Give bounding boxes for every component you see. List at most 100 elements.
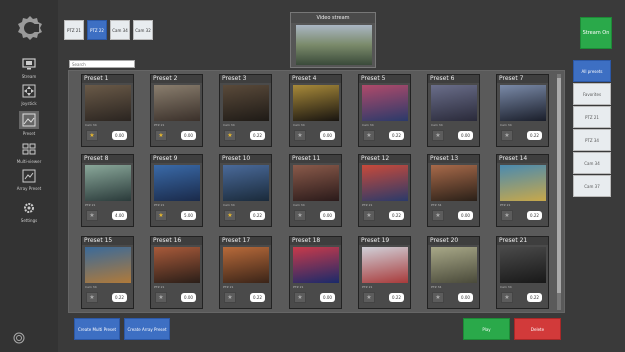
favorite-star-icon[interactable]: ★ <box>501 210 513 221</box>
favorite-star-icon[interactable]: ★ <box>432 292 444 303</box>
preset-speed-value[interactable]: 0.00 <box>458 293 473 302</box>
preset-camera-label: Cam 34 <box>85 123 97 127</box>
favorite-star-icon[interactable]: ★ <box>501 292 513 303</box>
preset-card[interactable]: Preset 20 PTZ 34 ★ 0.00 <box>427 236 480 309</box>
sidebar-item-settings[interactable]: Settings <box>6 200 52 234</box>
favorite-star-icon[interactable]: ★ <box>86 210 98 221</box>
preset-speed-value[interactable]: 0.22 <box>527 293 542 302</box>
filter-favorites[interactable]: Favorites <box>573 83 611 105</box>
preset-card[interactable]: Preset 3 Cam 34 ★ 0.22 <box>219 74 272 147</box>
preset-speed-value[interactable]: 0.22 <box>527 211 542 220</box>
scrollbar-thumb[interactable] <box>557 78 561 293</box>
stream-on-button[interactable]: Stream On <box>580 17 612 49</box>
power-icon[interactable] <box>13 332 25 344</box>
preset-card[interactable]: Preset 21 Cam 34 ★ 0.22 <box>496 236 549 309</box>
preset-title: Preset 14 <box>497 155 548 163</box>
favorite-star-icon[interactable]: ★ <box>363 210 375 221</box>
favorite-star-icon[interactable]: ★ <box>294 130 306 141</box>
video-stream-preview[interactable]: Video stream <box>290 12 376 68</box>
preset-speed-value[interactable]: 0.00 <box>320 293 335 302</box>
favorite-star-icon[interactable]: ★ <box>432 210 444 221</box>
preset-speed-value[interactable]: 0.00 <box>320 131 335 140</box>
favorite-star-icon[interactable]: ★ <box>155 130 167 141</box>
preset-card[interactable]: Preset 11 Cam 34 ★ 0.00 <box>289 154 342 227</box>
preset-camera-label: Cam 34 <box>85 285 97 289</box>
sidebar-item-array-preset[interactable]: Array Preset <box>6 168 52 202</box>
preset-thumbnail <box>431 85 477 121</box>
favorite-star-icon[interactable]: ★ <box>294 210 306 221</box>
favorite-star-icon[interactable]: ★ <box>432 130 444 141</box>
create-multi-preset-button[interactable]: Create Multi Preset <box>74 318 120 340</box>
preset-camera-label: PTZ 34 <box>431 285 442 289</box>
preset-speed-value[interactable]: 0.22 <box>250 211 265 220</box>
camera-tab-cam32[interactable]: Cam 32 <box>133 20 153 40</box>
preset-card[interactable]: Preset 9 PTZ 21 ★ 5.00 <box>150 154 203 227</box>
preset-title: Preset 7 <box>497 75 548 83</box>
sidebar-item-label: Preset <box>22 131 36 136</box>
delete-button[interactable]: Delete <box>514 318 561 340</box>
preset-card[interactable]: Preset 4 Cam 34 ★ 0.00 <box>289 74 342 147</box>
favorite-star-icon[interactable]: ★ <box>501 130 513 141</box>
preset-speed-value[interactable]: 0.00 <box>112 131 127 140</box>
favorite-star-icon[interactable]: ★ <box>224 292 236 303</box>
preset-speed-value[interactable]: 0.00 <box>320 211 335 220</box>
preset-camera-label: PTZ 21 <box>293 285 304 289</box>
preset-speed-value[interactable]: 0.22 <box>250 131 265 140</box>
preset-speed-value[interactable]: 5.00 <box>181 211 196 220</box>
sidebar-item-label: Joystick <box>21 101 37 106</box>
preset-title: Preset 12 <box>359 155 410 163</box>
favorite-star-icon[interactable]: ★ <box>86 292 98 303</box>
preset-card[interactable]: Preset 12 PTZ 21 ★ 0.22 <box>358 154 411 227</box>
preset-card[interactable]: Preset 10 Cam 34 ★ 0.22 <box>219 154 272 227</box>
preset-card[interactable]: Preset 5 Cam 34 ★ 0.22 <box>358 74 411 147</box>
preset-card[interactable]: Preset 19 PTZ 21 ★ 0.22 <box>358 236 411 309</box>
filter-ptz34[interactable]: PTZ 34 <box>573 129 611 151</box>
favorite-star-icon[interactable]: ★ <box>86 130 98 141</box>
preset-speed-value[interactable]: 0.00 <box>458 131 473 140</box>
preset-card[interactable]: Preset 6 Cam 34 ★ 0.00 <box>427 74 480 147</box>
filter-cam37[interactable]: Cam 37 <box>573 175 611 197</box>
favorite-star-icon[interactable]: ★ <box>363 292 375 303</box>
preset-title: Preset 5 <box>359 75 410 83</box>
preset-card[interactable]: Preset 14 PTZ 21 ★ 0.22 <box>496 154 549 227</box>
favorite-star-icon[interactable]: ★ <box>224 210 236 221</box>
favorite-star-icon[interactable]: ★ <box>155 292 167 303</box>
preset-card[interactable]: Preset 16 PTZ 21 ★ 0.00 <box>150 236 203 309</box>
monitor-icon <box>20 56 38 72</box>
camera-tab-cam34[interactable]: Cam 34 <box>110 20 130 40</box>
preset-card[interactable]: Preset 13 PTZ 34 ★ 0.00 <box>427 154 480 227</box>
favorite-star-icon[interactable]: ★ <box>155 210 167 221</box>
preset-speed-value[interactable]: 0.22 <box>112 293 127 302</box>
preset-speed-value[interactable]: 0.22 <box>389 131 404 140</box>
filter-cam34[interactable]: Cam 34 <box>573 152 611 174</box>
preset-card[interactable]: Preset 15 Cam 34 ★ 0.22 <box>81 236 134 309</box>
favorite-star-icon[interactable]: ★ <box>363 130 375 141</box>
play-button[interactable]: Play <box>463 318 510 340</box>
preset-speed-value[interactable]: 0.00 <box>181 293 196 302</box>
filter-all-presets[interactable]: All presets <box>573 60 611 82</box>
preset-card[interactable]: Preset 17 PTZ 21 ★ 0.22 <box>219 236 272 309</box>
preset-grid-scrollbar[interactable] <box>557 74 561 310</box>
camera-tab-ptz21[interactable]: PTZ 21 <box>64 20 84 40</box>
camera-tabs: PTZ 21 PTZ 22 Cam 34 Cam 32 <box>64 20 153 40</box>
preset-card[interactable]: Preset 2 PTZ 21 ★ 0.00 <box>150 74 203 147</box>
preset-speed-value[interactable]: 0.00 <box>181 131 196 140</box>
preset-speed-value[interactable]: 4.00 <box>112 211 127 220</box>
preset-speed-value[interactable]: 0.22 <box>250 293 265 302</box>
sidebar-item-preset[interactable]: Preset <box>6 111 52 145</box>
preset-thumbnail <box>362 165 408 201</box>
preset-speed-value[interactable]: 0.22 <box>389 211 404 220</box>
favorite-star-icon[interactable]: ★ <box>224 130 236 141</box>
create-array-preset-button[interactable]: Create Array Preset <box>124 318 170 340</box>
preset-card[interactable]: Preset 1 Cam 34 ★ 0.00 <box>81 74 134 147</box>
preset-card[interactable]: Preset 7 Cam 34 ★ 0.22 <box>496 74 549 147</box>
filter-ptz21[interactable]: PTZ 21 <box>573 106 611 128</box>
preset-card[interactable]: Preset 18 PTZ 21 ★ 0.00 <box>289 236 342 309</box>
preset-speed-value[interactable]: 0.22 <box>389 293 404 302</box>
search-input[interactable] <box>69 60 135 68</box>
favorite-star-icon[interactable]: ★ <box>294 292 306 303</box>
camera-tab-ptz22[interactable]: PTZ 22 <box>87 20 107 40</box>
preset-card[interactable]: Preset 8 PTZ 21 ★ 4.00 <box>81 154 134 227</box>
preset-speed-value[interactable]: 0.22 <box>527 131 542 140</box>
preset-speed-value[interactable]: 0.00 <box>458 211 473 220</box>
